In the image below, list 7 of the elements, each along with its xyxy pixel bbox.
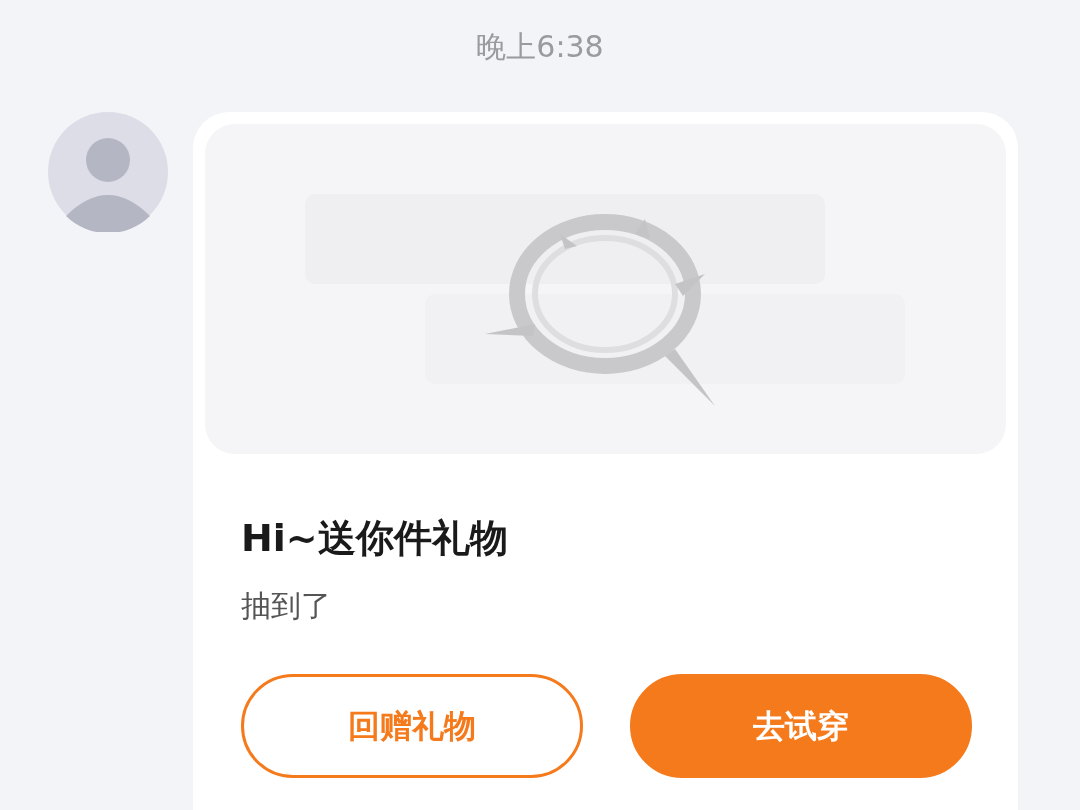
return-gift-button[interactable]: 回赠礼物 bbox=[241, 673, 583, 778]
card-subtitle: 抽到了 bbox=[241, 587, 332, 624]
timestamp: 晚上6:38 bbox=[476, 28, 604, 62]
gift-card[interactable]: Hi~送你件礼物 抽到了 回赠礼物 去试穿 bbox=[193, 112, 1018, 810]
avatar[interactable] bbox=[48, 112, 168, 232]
card-title: Hi~送你件礼物 bbox=[241, 516, 509, 562]
try-on-button[interactable]: 去试穿 bbox=[630, 673, 972, 778]
